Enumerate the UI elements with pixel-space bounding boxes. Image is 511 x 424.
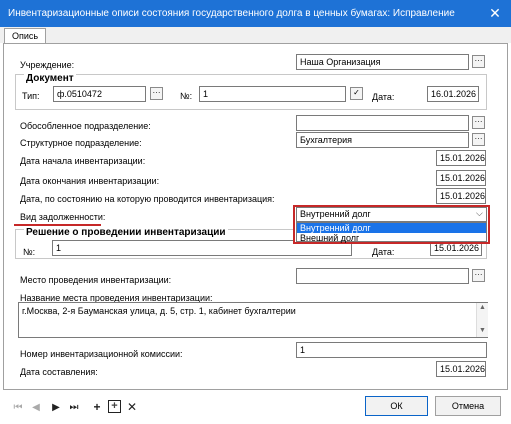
place-picker-button[interactable]: ··· (472, 269, 485, 282)
institution-field[interactable]: Наша Организация (296, 54, 469, 70)
number-field[interactable]: 1 (199, 86, 346, 102)
ok-button[interactable]: ОК (365, 396, 428, 416)
next-record-icon[interactable]: ▶ (50, 402, 62, 413)
place-field[interactable] (296, 268, 469, 284)
date-field[interactable]: 16.01.2026 (427, 86, 479, 102)
debt-type-underline (14, 224, 101, 226)
place-name-text: г.Москва, 2-я Бауманская улица, д. 5, ст… (22, 306, 296, 316)
as-of-date-field[interactable]: 15.01.2026 (436, 188, 486, 204)
scroll-down-icon[interactable]: ▼ (479, 327, 486, 334)
debt-type-option-internal[interactable]: Внутренний долг (297, 223, 486, 233)
tab-opis[interactable]: Опись (4, 28, 46, 44)
textarea-scrollbar[interactable]: ▲ ▼ (476, 303, 488, 337)
structural-division-picker-button[interactable]: ··· (472, 133, 485, 146)
compiled-date-field[interactable]: 15.01.2026 (436, 361, 486, 377)
commission-label: Номер инвентаризационной комиссии: (20, 349, 183, 359)
debt-type-label: Вид задолженности: (20, 212, 106, 222)
add-record-icon[interactable]: + (91, 400, 103, 414)
structural-division-label: Структурное подразделение: (20, 138, 142, 148)
chevron-down-icon[interactable]: ⌵ (476, 208, 483, 219)
compiled-date-label: Дата составления: (20, 367, 98, 377)
debt-type-option-external[interactable]: Внешний долг (297, 233, 486, 243)
separate-division-label: Обособленное подразделение: (20, 121, 151, 131)
date-label: Дата: (372, 92, 395, 102)
close-icon[interactable]: ✕ (484, 4, 506, 22)
inventory-start-field[interactable]: 15.01.2026 (436, 150, 486, 166)
inventory-start-label: Дата начала инвентаризации: (20, 156, 146, 166)
place-label: Место проведения инвентаризации: (20, 275, 172, 285)
decision-number-label: №: (23, 247, 36, 257)
decision-group-title: Решение о проведении инвентаризации (24, 227, 228, 238)
debt-type-selected-value: Внутренний долг (300, 209, 371, 219)
type-label: Тип: (22, 91, 40, 101)
tab-strip: Опись (0, 27, 511, 44)
separate-division-picker-button[interactable]: ··· (472, 116, 485, 129)
debt-type-options-list: Внутренний долг Внешний долг (296, 222, 487, 243)
institution-picker-button[interactable]: ··· (472, 55, 485, 68)
inventory-end-field[interactable]: 15.01.2026 (436, 170, 486, 186)
number-label: №: (180, 91, 193, 101)
window-title: Инвентаризационные описи состояния госуд… (8, 8, 455, 19)
number-check-icon[interactable]: ✓ (350, 87, 363, 100)
inventory-end-label: Дата окончания инвентаризации: (20, 176, 160, 186)
title-bar: Инвентаризационные описи состояния госуд… (0, 0, 511, 27)
delete-record-icon[interactable]: ✕ (126, 400, 138, 414)
structural-division-field[interactable]: Бухгалтерия (296, 132, 469, 148)
first-record-icon[interactable]: ⏮ (12, 402, 24, 413)
cancel-button[interactable]: Отмена (435, 396, 501, 416)
decision-date-label: Дата: (372, 247, 395, 257)
previous-record-icon[interactable]: ◀ (30, 402, 42, 413)
separate-division-field[interactable] (296, 115, 469, 131)
scroll-up-icon[interactable]: ▲ (479, 304, 486, 311)
document-group-title: Документ (24, 73, 76, 84)
type-field[interactable]: ф.0510472 (53, 86, 146, 102)
as-of-date-label: Дата, по состоянию на которую проводится… (20, 194, 275, 204)
commission-field[interactable]: 1 (296, 342, 487, 358)
copy-record-icon[interactable]: + (108, 400, 121, 413)
place-name-textarea[interactable]: г.Москва, 2-я Бауманская улица, д. 5, ст… (18, 302, 488, 338)
institution-label: Учреждение: (20, 60, 75, 70)
debt-type-select[interactable]: Внутренний долг (296, 207, 487, 222)
last-record-icon[interactable]: ⏭ (68, 402, 80, 413)
type-picker-button[interactable]: ··· (150, 87, 163, 100)
